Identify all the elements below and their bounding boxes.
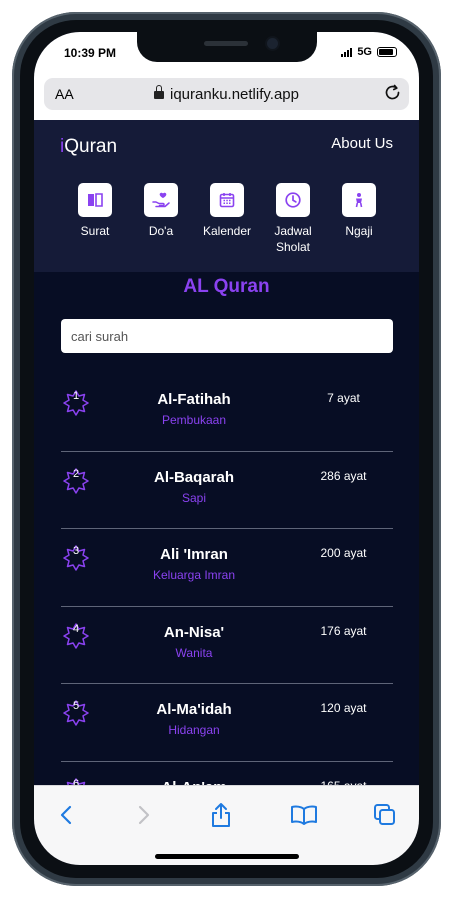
surah-list: 1 Al-Fatihah Pembukaan 7 ayat 2 Al-Baqar…: [61, 374, 393, 792]
list-item[interactable]: 3 Ali 'Imran Keluarga Imran 200 ayat: [61, 529, 393, 607]
screen: 10:39 PM 5G AA iquranku.netlify.app iQur…: [34, 32, 419, 865]
surah-number: 3: [72, 545, 80, 557]
lock-icon: [154, 85, 164, 99]
list-item[interactable]: 2 Al-Baqarah Sapi 286 ayat: [61, 452, 393, 529]
menu-item-surat[interactable]: Surat: [60, 183, 130, 239]
menu-label: Surat: [80, 224, 110, 238]
ayat-count: 7 ayat: [327, 391, 360, 405]
browser-toolbar: [34, 785, 419, 865]
forward-icon[interactable]: [128, 800, 158, 830]
hand-heart-icon: [144, 183, 178, 217]
menu-item-doa[interactable]: Do'a: [126, 183, 196, 239]
person-icon: [342, 183, 376, 217]
ayat-count: 200 ayat: [320, 546, 367, 560]
calendar-icon: [210, 183, 244, 217]
camera: [267, 38, 278, 49]
main-content: AL Quran 1 Al-Fatihah Pembukaan 7 ayat 2…: [34, 272, 419, 792]
notch: [137, 32, 317, 62]
list-item[interactable]: 1 Al-Fatihah Pembukaan 7 ayat: [61, 374, 393, 452]
list-item[interactable]: 4 An-Nisa' Wanita 176 ayat: [61, 607, 393, 684]
surah-number: 4: [72, 622, 80, 635]
surah-number: 5: [72, 700, 80, 712]
reload-icon[interactable]: [383, 83, 403, 107]
surah-name: An-Nisa': [163, 623, 225, 641]
page-title: AL Quran: [183, 276, 270, 297]
bookmarks-icon[interactable]: [289, 800, 319, 830]
home-indicator: [155, 854, 299, 859]
ayat-count: 286 ayat: [320, 468, 367, 483]
ayat-count: 176 ayat: [320, 623, 367, 638]
url-display[interactable]: iquranku.netlify.app: [44, 85, 409, 103]
menu-label: Kalender: [202, 224, 252, 238]
surah-number: 1: [72, 390, 80, 402]
address-bar[interactable]: AA iquranku.netlify.app: [44, 78, 409, 110]
clock-icon: [276, 183, 310, 217]
network-label: 5G: [357, 46, 372, 58]
surah-meaning: Keluarga Imran: [152, 568, 236, 582]
about-us-link[interactable]: About Us: [331, 135, 393, 152]
list-item[interactable]: 5 Al-Ma'idah Hidangan 120 ayat: [61, 684, 393, 762]
star-number-icon: 1: [63, 390, 89, 416]
surah-name: Al-Ma'idah: [156, 701, 232, 718]
site-header: iQuran About Us Surat Do'a Kalender Jadw…: [34, 120, 419, 272]
menu-label: Jadwal Sholat: [274, 224, 312, 254]
surah-meaning: Sapi: [181, 490, 207, 505]
tabs-icon[interactable]: [370, 800, 400, 830]
signal-icon: [341, 47, 353, 57]
menu-item-ngaji[interactable]: Ngaji: [324, 183, 394, 239]
star-number-icon: 5: [63, 700, 89, 726]
status-indicators: 5G: [341, 46, 397, 58]
star-number-icon: 2: [63, 468, 89, 494]
ayat-count: 120 ayat: [320, 701, 367, 715]
surah-name: Al-Baqarah: [153, 468, 235, 486]
surah-meaning: Pembukaan: [161, 413, 227, 427]
battery-icon: [377, 47, 397, 57]
back-icon[interactable]: [52, 800, 82, 830]
status-time: 10:39 PM: [64, 46, 117, 60]
logo-text: Quran: [64, 136, 118, 157]
star-number-icon: 3: [63, 545, 89, 571]
surah-name: Al-Fatihah: [157, 391, 231, 408]
menu-item-jadwal-sholat[interactable]: Jadwal Sholat: [258, 183, 328, 255]
browser-address-area: AA iquranku.netlify.app: [34, 76, 419, 122]
menu-label: Ngaji: [345, 224, 373, 238]
book-icon: [78, 183, 112, 217]
site-logo[interactable]: iQuran: [60, 136, 117, 158]
search-input[interactable]: [61, 319, 393, 353]
star-number-icon: 4: [63, 623, 89, 649]
menu-label: Do'a: [148, 224, 174, 238]
speaker: [204, 41, 248, 46]
surah-name: Ali 'Imran: [160, 546, 228, 563]
surah-meaning: Hidangan: [168, 723, 220, 737]
surah-meaning: Wanita: [175, 645, 213, 660]
surah-number: 2: [72, 467, 80, 480]
menu-item-kalender[interactable]: Kalender: [192, 183, 262, 239]
url-text: iquranku.netlify.app: [170, 86, 299, 103]
share-icon[interactable]: [206, 800, 236, 830]
